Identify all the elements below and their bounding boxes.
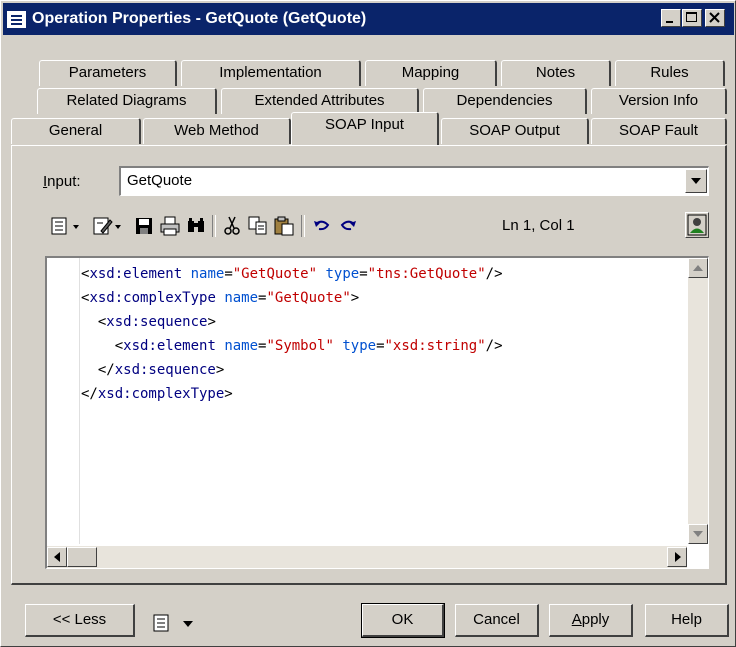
cancel-button[interactable]: Cancel <box>455 604 539 637</box>
tab-soap-output[interactable]: SOAP Output <box>441 118 589 144</box>
tab-extended-attributes[interactable]: Extended Attributes <box>221 88 419 114</box>
copy-icon[interactable] <box>247 215 269 237</box>
tab-soap-input[interactable]: SOAP Input <box>291 112 439 145</box>
tab-general[interactable]: General <box>11 118 141 144</box>
toolbar-separator <box>301 215 305 237</box>
tab-rules[interactable]: Rules <box>615 60 725 86</box>
code-line[interactable]: <xsd:complexType name="GetQuote"> <box>81 286 503 310</box>
edit-dropdown-icon[interactable] <box>113 215 125 237</box>
redo-icon[interactable] <box>337 215 359 237</box>
dialog-window: Operation Properties - GetQuote (GetQuot… <box>0 0 736 647</box>
code-line[interactable]: <xsd:sequence> <box>81 310 503 334</box>
maximize-icon[interactable] <box>682 9 702 27</box>
apply-button[interactable]: Apply <box>549 604 633 637</box>
properties-icon[interactable] <box>49 215 71 237</box>
code-editor[interactable]: <xsd:element name="GetQuote" type="tns:G… <box>45 256 709 569</box>
cut-icon[interactable] <box>221 215 243 237</box>
undo-icon[interactable] <box>311 215 333 237</box>
input-value: GetQuote <box>127 172 193 189</box>
print-icon[interactable] <box>159 215 181 237</box>
tab-notes[interactable]: Notes <box>501 60 611 86</box>
title-bar[interactable]: Operation Properties - GetQuote (GetQuot… <box>3 3 734 35</box>
tab-implementation[interactable]: Implementation <box>181 60 361 86</box>
dropdown-arrow-icon[interactable] <box>685 169 707 193</box>
editor-gutter <box>47 258 80 544</box>
find-icon[interactable] <box>185 215 207 237</box>
help-button[interactable]: Help <box>645 604 729 637</box>
scroll-left-icon[interactable] <box>47 547 67 567</box>
save-icon[interactable] <box>133 215 155 237</box>
editor-toolbar: Ln 1, Col 1 <box>49 213 669 239</box>
tab-version-info[interactable]: Version Info <box>591 88 727 114</box>
edit-icon[interactable] <box>91 215 113 237</box>
tab-soap-fault[interactable]: SOAP Fault <box>591 118 727 144</box>
properties-list-icon[interactable] <box>151 612 173 634</box>
horizontal-scrollbar[interactable] <box>47 546 687 568</box>
code-line[interactable]: <xsd:element name="GetQuote" type="tns:G… <box>81 262 503 286</box>
vertical-scrollbar[interactable] <box>688 258 708 544</box>
close-icon[interactable] <box>705 9 725 27</box>
window-title: Operation Properties - GetQuote (GetQuot… <box>32 10 367 27</box>
code-line[interactable]: </xsd:complexType> <box>81 382 503 406</box>
scroll-down-icon[interactable] <box>688 524 708 544</box>
input-label: Input: <box>43 173 81 190</box>
code-content[interactable]: <xsd:element name="GetQuote" type="tns:G… <box>81 262 503 406</box>
scroll-right-icon[interactable] <box>667 547 687 567</box>
code-line[interactable]: <xsd:element name="Symbol" type="xsd:str… <box>81 334 503 358</box>
less-button[interactable]: << Less <box>25 604 135 637</box>
input-combobox[interactable]: GetQuote <box>119 166 709 196</box>
tab-dependencies[interactable]: Dependencies <box>423 88 587 114</box>
properties-dropdown-icon[interactable] <box>71 215 83 237</box>
horizontal-scroll-thumb[interactable] <box>67 547 97 567</box>
tab-web-method[interactable]: Web Method <box>143 118 291 144</box>
properties-list-dropdown-icon[interactable] <box>181 612 195 634</box>
tab-parameters[interactable]: Parameters <box>39 60 177 86</box>
cursor-position: Ln 1, Col 1 <box>502 217 575 234</box>
scroll-up-icon[interactable] <box>688 258 708 278</box>
toolbar-separator <box>212 215 216 237</box>
code-line[interactable]: </xsd:sequence> <box>81 358 503 382</box>
user-icon[interactable] <box>685 212 709 238</box>
minimize-icon[interactable] <box>661 9 681 27</box>
system-menu-icon[interactable] <box>7 10 26 28</box>
ok-button[interactable]: OK <box>361 603 445 638</box>
paste-icon[interactable] <box>273 215 295 237</box>
tab-related-diagrams[interactable]: Related Diagrams <box>37 88 217 114</box>
tab-mapping[interactable]: Mapping <box>365 60 497 86</box>
